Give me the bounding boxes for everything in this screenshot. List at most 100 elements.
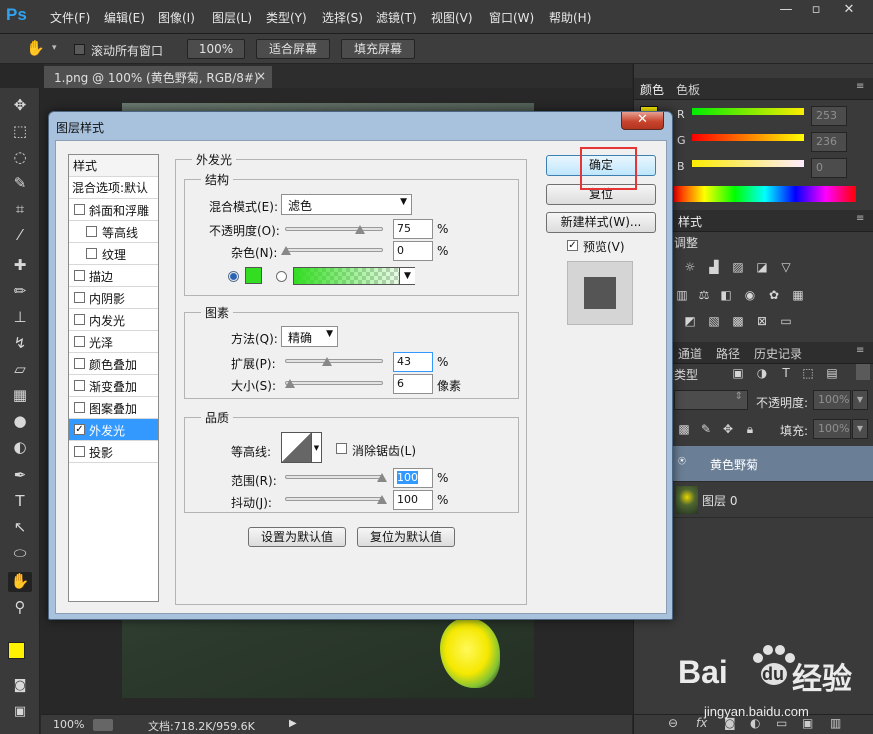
menu-file[interactable]: 文件(F) xyxy=(50,9,90,26)
channel-r-value[interactable]: 253 xyxy=(811,106,847,126)
opacity-slider[interactable] xyxy=(285,227,383,231)
panel-menu-icon[interactable]: ≡ xyxy=(856,81,864,92)
range-slider-thumb[interactable] xyxy=(377,473,387,482)
status-arrow-icon[interactable]: ▶ xyxy=(289,718,297,729)
brightness-icon[interactable]: ☼ xyxy=(682,260,698,274)
tab-channels[interactable]: 通道 xyxy=(678,345,702,362)
size-slider-thumb[interactable] xyxy=(285,379,295,388)
style-item-texture[interactable]: 纹理 xyxy=(69,243,158,265)
noise-slider-thumb[interactable] xyxy=(281,246,291,255)
contour-picker[interactable] xyxy=(281,432,312,463)
tool-preset-dropdown-icon[interactable]: ▾ xyxy=(52,43,57,53)
hand-tool-icon[interactable]: ✋ xyxy=(26,39,45,57)
filter-adjust-icon[interactable]: ◑ xyxy=(754,366,770,380)
make-default-button[interactable]: 设置为默认值 xyxy=(248,527,346,547)
levels-icon[interactable]: ▟ xyxy=(706,260,722,274)
style-item-color-overlay[interactable]: 颜色叠加 xyxy=(69,353,158,375)
healing-brush-tool-icon[interactable]: ✚ xyxy=(8,256,32,276)
filter-type-icon[interactable]: T xyxy=(778,366,794,380)
screen-mode-icon[interactable]: ▣ xyxy=(8,704,32,724)
style-item-bevel[interactable]: 斜面和浮雕 xyxy=(69,199,158,221)
threshold-icon[interactable]: ▩ xyxy=(730,314,746,328)
layer-opacity-dropdown-icon[interactable]: ▼ xyxy=(852,390,868,410)
size-slider[interactable] xyxy=(285,381,383,385)
style-checkbox[interactable] xyxy=(74,446,85,457)
style-checkbox[interactable] xyxy=(74,314,85,325)
style-item-stroke[interactable]: 描边 xyxy=(69,265,158,287)
range-slider[interactable] xyxy=(285,475,383,479)
styles-header[interactable]: 样式 xyxy=(69,155,158,177)
layer-fill-value[interactable]: 100% xyxy=(813,419,851,439)
filter-smart-icon[interactable]: ▤ xyxy=(824,366,840,380)
pen-tool-icon[interactable]: ✒ xyxy=(8,466,32,486)
filter-pixel-icon[interactable]: ▣ xyxy=(730,366,746,380)
style-item-drop-shadow[interactable]: 投影 xyxy=(69,441,158,463)
solid-color-radio[interactable] xyxy=(228,271,239,282)
range-input[interactable]: 100 xyxy=(393,468,433,488)
type-tool-icon[interactable]: T xyxy=(8,492,32,512)
dialog-close-icon[interactable]: ✕ xyxy=(621,112,664,130)
layer-filter-kind[interactable]: 类型 xyxy=(674,366,698,383)
blend-mode-dropdown[interactable]: ⇕ xyxy=(674,390,748,410)
channel-b-slider[interactable] xyxy=(692,160,804,167)
eyedropper-tool-icon[interactable]: ⁄ xyxy=(8,226,32,246)
hue-icon[interactable]: ▥ xyxy=(674,288,690,302)
crop-tool-icon[interactable]: ⌗ xyxy=(8,200,32,220)
eraser-tool-icon[interactable]: ▱ xyxy=(8,360,32,380)
vibrance-icon[interactable]: ▽ xyxy=(778,260,794,274)
blur-tool-icon[interactable]: ● xyxy=(8,412,32,432)
panel-menu-icon[interactable]: ≡ xyxy=(856,345,864,356)
status-share-icon[interactable] xyxy=(93,719,113,731)
style-item-pattern-overlay[interactable]: 图案叠加 xyxy=(69,397,158,419)
spread-slider-thumb[interactable] xyxy=(322,357,332,366)
jitter-slider-thumb[interactable] xyxy=(377,495,387,504)
style-checkbox[interactable] xyxy=(74,402,85,413)
style-item-inner-shadow[interactable]: 内阴影 xyxy=(69,287,158,309)
bw-icon[interactable]: ◧ xyxy=(718,288,734,302)
status-zoom[interactable]: 100% xyxy=(53,718,84,731)
scroll-all-checkbox[interactable] xyxy=(74,44,85,55)
jitter-slider[interactable] xyxy=(285,497,383,501)
hand-tool-icon[interactable]: ✋ xyxy=(8,572,32,592)
layer-row[interactable]: 图层 0 xyxy=(672,482,873,518)
gradient-radio[interactable] xyxy=(276,271,287,282)
layer-fill-dropdown-icon[interactable]: ▼ xyxy=(852,419,868,439)
gradient-tool-icon[interactable]: ▦ xyxy=(8,386,32,406)
minimize-icon[interactable]: — xyxy=(775,2,797,20)
lock-all-icon[interactable]: 🔒︎ xyxy=(742,422,758,436)
selective-color-icon[interactable]: ⊠ xyxy=(754,314,770,328)
history-brush-tool-icon[interactable]: ↯ xyxy=(8,334,32,354)
menu-edit[interactable]: 编辑(E) xyxy=(104,9,145,26)
jitter-input[interactable]: 100 xyxy=(393,490,433,510)
gradient-picker[interactable] xyxy=(293,267,415,285)
photo-filter-icon[interactable]: ◉ xyxy=(742,288,758,302)
menu-filter[interactable]: 滤镜(T) xyxy=(376,9,417,26)
panel-menu-icon[interactable]: ≡ xyxy=(856,213,864,224)
close-tab-icon[interactable]: × xyxy=(256,69,266,83)
zoom-100-button[interactable]: 100% xyxy=(187,39,245,59)
layer-row-selected[interactable]: ⍟ 黄色野菊 xyxy=(672,446,873,482)
ellipse-tool-icon[interactable]: ⬭ xyxy=(8,544,32,564)
technique-select[interactable]: 精确 ▼ xyxy=(281,326,338,347)
spread-input[interactable]: 43 xyxy=(393,352,433,372)
zoom-tool-icon[interactable]: ⚲ xyxy=(8,598,32,618)
tab-paths[interactable]: 路径 xyxy=(716,345,740,362)
maximize-icon[interactable]: ▫ xyxy=(805,2,827,20)
style-checkbox[interactable] xyxy=(86,248,97,259)
lock-move-icon[interactable]: ✥ xyxy=(720,422,736,436)
layer-name[interactable]: 图层 0 xyxy=(702,492,737,509)
curves-icon[interactable]: ▨ xyxy=(730,260,746,274)
size-input[interactable]: 6 xyxy=(393,374,433,394)
blend-mode-select[interactable]: 滤色 ▼ xyxy=(281,194,412,215)
reset-default-button[interactable]: 复位为默认值 xyxy=(357,527,455,547)
foreground-color-swatch[interactable] xyxy=(8,642,25,659)
noise-input[interactable]: 0 xyxy=(393,241,433,261)
layer-opacity-value[interactable]: 100% xyxy=(813,390,851,410)
style-item-contour[interactable]: 等高线 xyxy=(69,221,158,243)
style-checkbox[interactable] xyxy=(74,380,85,391)
opacity-input[interactable]: 75 xyxy=(393,219,433,239)
path-select-tool-icon[interactable]: ↖ xyxy=(8,518,32,538)
lock-paint-icon[interactable]: ✎ xyxy=(698,422,714,436)
channel-g-value[interactable]: 236 xyxy=(811,132,847,152)
layer-name[interactable]: 黄色野菊 xyxy=(710,456,758,473)
